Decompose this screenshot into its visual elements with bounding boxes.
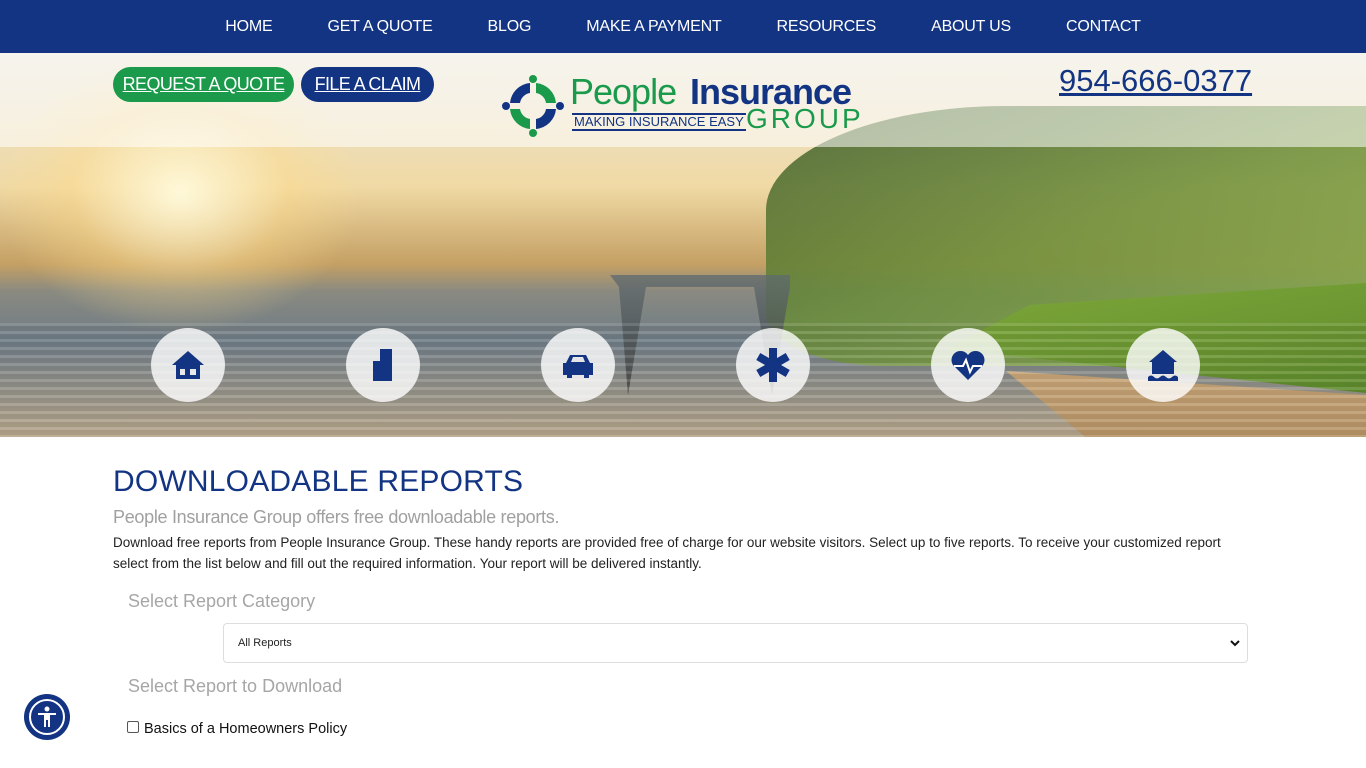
flood-house-icon bbox=[1148, 350, 1178, 381]
report-label: Basics of a Homeowners Policy bbox=[144, 721, 348, 737]
category-select-value: All Reports bbox=[238, 637, 292, 649]
car-icon bbox=[563, 355, 593, 378]
logo-tagline: MAKING INSURANCE EASY bbox=[572, 113, 746, 131]
request-quote-button[interactable]: REQUEST A QUOTE bbox=[113, 67, 294, 102]
logo[interactable]: People Insurance MAKING INSURANCE EASY G… bbox=[502, 63, 867, 139]
nav-contact[interactable]: CONTACT bbox=[1039, 18, 1169, 36]
accessibility-ring bbox=[29, 699, 65, 735]
logo-word-people: People bbox=[570, 71, 677, 112]
download-label: Select Report to Download bbox=[128, 676, 343, 696]
life-insurance-link[interactable] bbox=[931, 328, 1005, 402]
report-checkbox[interactable] bbox=[127, 721, 139, 733]
logo-people-icon bbox=[502, 75, 564, 137]
hero-banner: REQUEST A QUOTE FILE A CLAIM People Insu… bbox=[0, 53, 1366, 437]
main-content: DOWNLOADABLE REPORTS People Insurance Gr… bbox=[0, 437, 1366, 737]
home-icon bbox=[172, 351, 204, 379]
logo-group: GROUP bbox=[746, 103, 864, 134]
heart-pulse-icon bbox=[951, 350, 985, 380]
building-icon bbox=[373, 349, 392, 381]
nav-get-a-quote[interactable]: GET A QUOTE bbox=[300, 18, 460, 36]
star-of-life-icon bbox=[756, 348, 790, 382]
nav-make-a-payment[interactable]: MAKE A PAYMENT bbox=[559, 18, 749, 36]
report-item[interactable]: Basics of a Homeowners Policy bbox=[127, 721, 1366, 737]
health-insurance-link[interactable] bbox=[736, 328, 810, 402]
flood-insurance-link[interactable] bbox=[1126, 328, 1200, 402]
home-insurance-link[interactable] bbox=[151, 328, 225, 402]
business-insurance-link[interactable] bbox=[346, 328, 420, 402]
file-claim-button[interactable]: FILE A CLAIM bbox=[301, 67, 434, 102]
nav-resources[interactable]: RESOURCES bbox=[749, 18, 904, 36]
main-nav: HOME GET A QUOTE BLOG MAKE A PAYMENT RES… bbox=[0, 0, 1366, 53]
accessibility-button[interactable] bbox=[24, 694, 70, 740]
nav-blog[interactable]: BLOG bbox=[460, 18, 559, 36]
nav-home[interactable]: HOME bbox=[198, 18, 300, 36]
category-label: Select Report Category bbox=[128, 591, 316, 611]
page-title: DOWNLOADABLE REPORTS bbox=[113, 465, 524, 498]
page-subtitle: People Insurance Group offers free downl… bbox=[113, 507, 560, 527]
page-description: Download free reports from People Insura… bbox=[113, 535, 1221, 571]
accessibility-icon bbox=[38, 706, 56, 727]
phone-link[interactable]: 954-666-0377 bbox=[1059, 63, 1252, 99]
nav-about-us[interactable]: ABOUT US bbox=[904, 18, 1039, 36]
auto-insurance-link[interactable] bbox=[541, 328, 615, 402]
category-select[interactable]: All Reports bbox=[223, 623, 1248, 663]
chevron-down-icon bbox=[1230, 640, 1240, 647]
